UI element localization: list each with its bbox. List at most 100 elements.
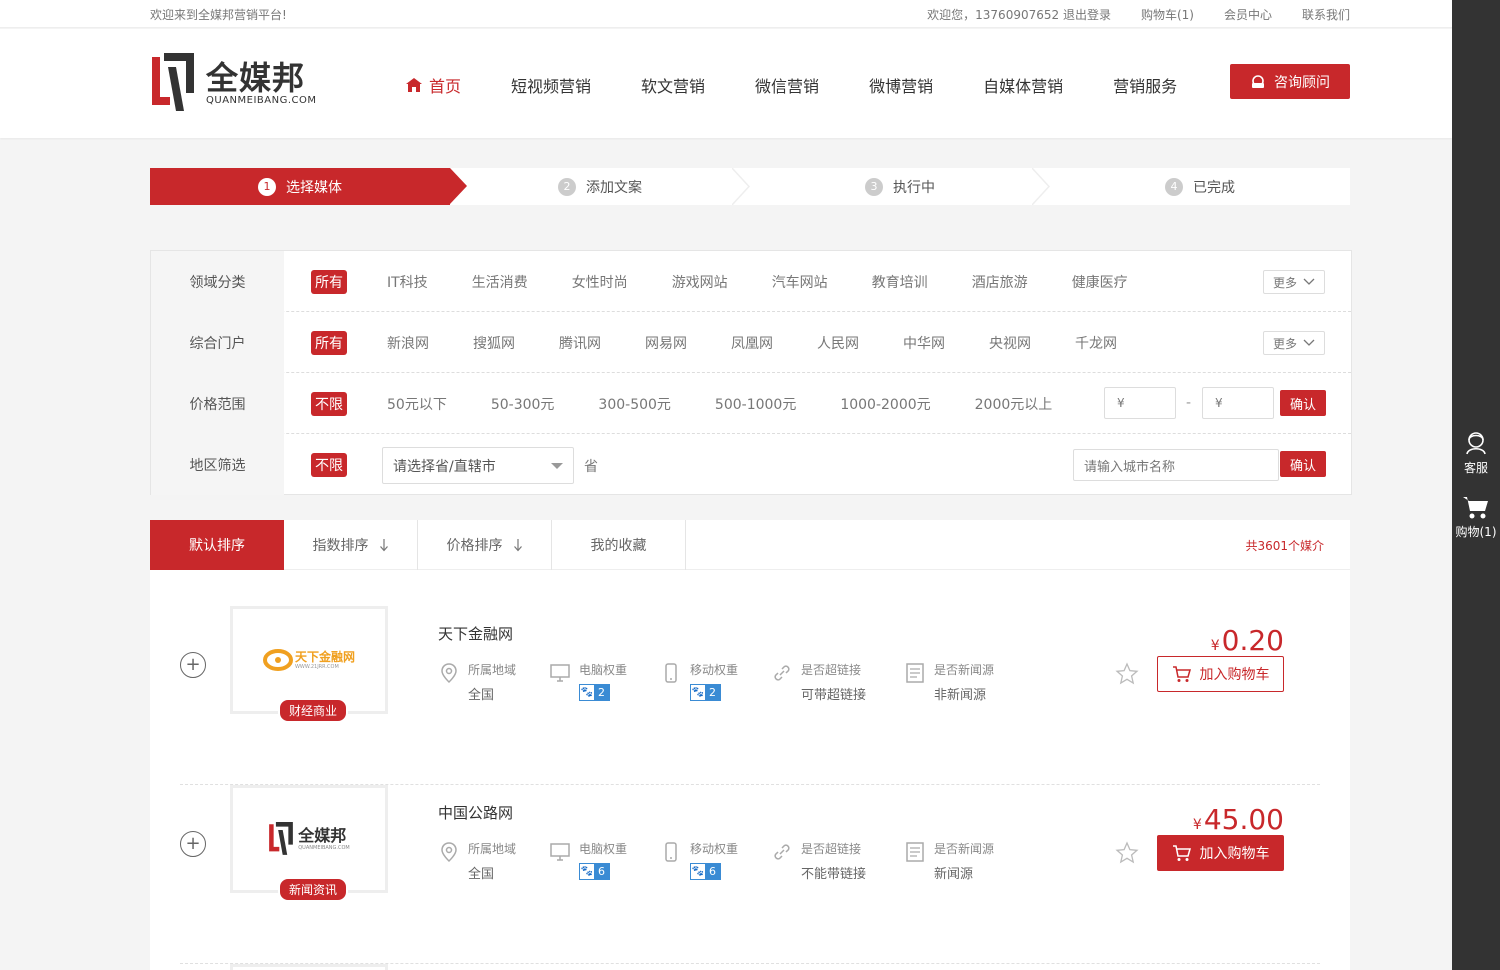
filter-option[interactable]: 50元以下	[387, 394, 447, 414]
topbar-cart-link[interactable]: 购物车(1)	[1141, 6, 1194, 23]
filter-option-all[interactable]: 所有	[311, 330, 347, 355]
step-add-copy: 2 添加文案	[450, 168, 750, 205]
filter-option[interactable]: IT科技	[387, 272, 428, 292]
filter-option[interactable]: 教育培训	[872, 272, 928, 292]
max-price-input[interactable]: ¥	[1202, 387, 1274, 419]
nav-home[interactable]: 首页	[405, 73, 461, 97]
filter-option[interactable]: 人民网	[817, 333, 859, 353]
cart-icon	[1463, 497, 1488, 519]
attr-news-source: 是否新闻源 新闻源	[904, 841, 994, 882]
min-price-input[interactable]: ¥	[1104, 387, 1176, 419]
nav-soft-article[interactable]: 软文营销	[641, 73, 705, 97]
filter-option[interactable]: 1000-2000元	[840, 394, 930, 414]
pc-weight-badge: 🐾 6	[579, 863, 610, 880]
mobile-icon	[665, 663, 677, 683]
contact-link[interactable]: 联系我们	[1302, 6, 1350, 23]
filter-option[interactable]: 千龙网	[1075, 333, 1117, 353]
filter-option-any[interactable]: 不限	[311, 452, 347, 477]
pc-weight-badge: 🐾 2	[579, 684, 610, 701]
media-logo: 全媒邦 QUANMEIBANG.COM	[268, 822, 350, 856]
category-badge: 新闻资讯	[278, 877, 349, 902]
media-thumbnail[interactable]: 天下金融网 WWW.21JRR.COM 财经商业	[230, 606, 388, 723]
chevron-down-icon	[1303, 339, 1315, 346]
caret-down-icon	[551, 463, 563, 469]
filter-option[interactable]: 游戏网站	[672, 272, 728, 292]
media-price: ¥0.20	[1210, 624, 1284, 657]
step-separator-icon	[732, 168, 750, 205]
consult-button[interactable]: 咨询顾问	[1230, 64, 1350, 99]
filter-option[interactable]: 500-1000元	[715, 394, 796, 414]
main-nav: 首页 短视频营销 软文营销 微信营销 微博营销 自媒体营销 营销服务	[405, 73, 1227, 97]
more-domain-button[interactable]: 更多	[1263, 270, 1325, 294]
logo[interactable]: 全媒邦 QUANMEIBANG.COM	[150, 53, 317, 113]
filter-option[interactable]: 女性时尚	[572, 272, 628, 292]
filter-option-all[interactable]: 所有	[311, 269, 347, 294]
filter-option[interactable]: 300-500元	[598, 394, 671, 414]
favorite-star-icon[interactable]	[1115, 662, 1139, 686]
paw-icon: 🐾	[691, 864, 705, 879]
media-list: + 天下金融网 WWW.21JRR.COM 财经商业 天下金融网 所属地域 全国 …	[150, 570, 1350, 970]
media-name[interactable]: 中国公路网	[438, 802, 513, 823]
cart-icon	[1172, 845, 1191, 861]
paw-icon: 🐾	[580, 864, 594, 879]
media-price: ¥45.00	[1192, 803, 1284, 836]
filter-option[interactable]: 新浪网	[387, 333, 429, 353]
sort-index-tab[interactable]: 指数排序	[284, 520, 418, 570]
expand-plus-icon[interactable]: +	[180, 831, 206, 857]
filter-option[interactable]: 央视网	[989, 333, 1031, 353]
sort-price-tab[interactable]: 价格排序	[418, 520, 552, 570]
nav-self-media[interactable]: 自媒体营销	[983, 73, 1063, 97]
filter-option[interactable]: 凤凰网	[731, 333, 773, 353]
filter-row-domain: 领域分类 所有 IT科技 生活消费 女性时尚 游戏网站 汽车网站 教育培训 酒店…	[151, 251, 1351, 312]
sidebar-cart-button[interactable]: 购物(1)	[1452, 494, 1500, 540]
province-select[interactable]: 请选择省/直辖市	[382, 447, 574, 484]
nav-marketing-service[interactable]: 营销服务	[1113, 73, 1177, 97]
media-name[interactable]: 天下金融网	[438, 623, 513, 644]
member-center-link[interactable]: 会员中心	[1224, 6, 1272, 23]
media-thumbnail[interactable]: 全媒邦 QUANMEIBANG.COM 新闻资讯	[230, 785, 388, 902]
step-select-media: 1 选择媒体	[150, 168, 467, 205]
top-bar: 欢迎来到全媒邦营销平台! 欢迎您，13760907652 退出登录 购物车(1)…	[0, 0, 1452, 28]
filter-option[interactable]: 酒店旅游	[972, 272, 1028, 292]
add-to-cart-button[interactable]: 加入购物车	[1157, 656, 1284, 692]
desktop-icon	[550, 843, 570, 861]
home-icon	[406, 78, 422, 92]
nav-short-video[interactable]: 短视频营销	[511, 73, 591, 97]
filter-option[interactable]: 网易网	[645, 333, 687, 353]
attr-pc-weight: 电脑权重 🐾 2	[549, 662, 660, 703]
filter-option[interactable]: 生活消费	[472, 272, 528, 292]
nav-weibo[interactable]: 微博营销	[869, 73, 933, 97]
filter-option[interactable]: 2000元以上	[975, 394, 1053, 414]
document-icon	[906, 842, 924, 862]
finance-logo-icon	[262, 649, 293, 671]
attr-mobile-weight: 移动权重 🐾 6	[660, 841, 771, 882]
filter-row-region: 地区筛选 不限 请选择省/直辖市 省 请输入城市名称 确认	[151, 434, 1351, 495]
sort-bar: 默认排序 指数排序 价格排序 我的收藏 共3601个媒介	[150, 520, 1350, 570]
attr-mobile-weight: 移动权重 🐾 2	[660, 662, 771, 703]
customer-service-button[interactable]: 客服	[1452, 430, 1500, 476]
more-portal-button[interactable]: 更多	[1263, 331, 1325, 355]
favorite-star-icon[interactable]	[1115, 841, 1139, 865]
attr-region: 所属地域 全国	[438, 841, 549, 882]
nav-wechat[interactable]: 微信营销	[755, 73, 819, 97]
filter-option-any[interactable]: 不限	[311, 391, 347, 416]
province-suffix: 省	[584, 459, 598, 475]
region-confirm-button[interactable]: 确认	[1280, 451, 1326, 477]
filter-option[interactable]: 腾讯网	[559, 333, 601, 353]
add-to-cart-button[interactable]: 加入购物车	[1157, 835, 1284, 871]
filter-label: 综合门户	[151, 312, 284, 373]
filter-option[interactable]: 50-300元	[491, 394, 555, 414]
user-logout-link[interactable]: 欢迎您，13760907652 退出登录	[927, 6, 1111, 23]
filter-option[interactable]: 汽车网站	[772, 272, 828, 292]
expand-plus-icon[interactable]: +	[180, 652, 206, 678]
attr-pc-weight: 电脑权重 🐾 6	[549, 841, 660, 882]
filter-option[interactable]: 中华网	[903, 333, 945, 353]
filter-option[interactable]: 搜狐网	[473, 333, 515, 353]
sort-default-tab[interactable]: 默认排序	[150, 520, 284, 570]
city-input[interactable]: 请输入城市名称	[1073, 449, 1279, 481]
document-icon	[906, 663, 924, 683]
price-confirm-button[interactable]: 确认	[1280, 390, 1326, 416]
filter-option[interactable]: 健康医疗	[1072, 272, 1128, 292]
my-favorites-tab[interactable]: 我的收藏	[552, 520, 686, 570]
logo-domain: QUANMEIBANG.COM	[206, 94, 317, 106]
